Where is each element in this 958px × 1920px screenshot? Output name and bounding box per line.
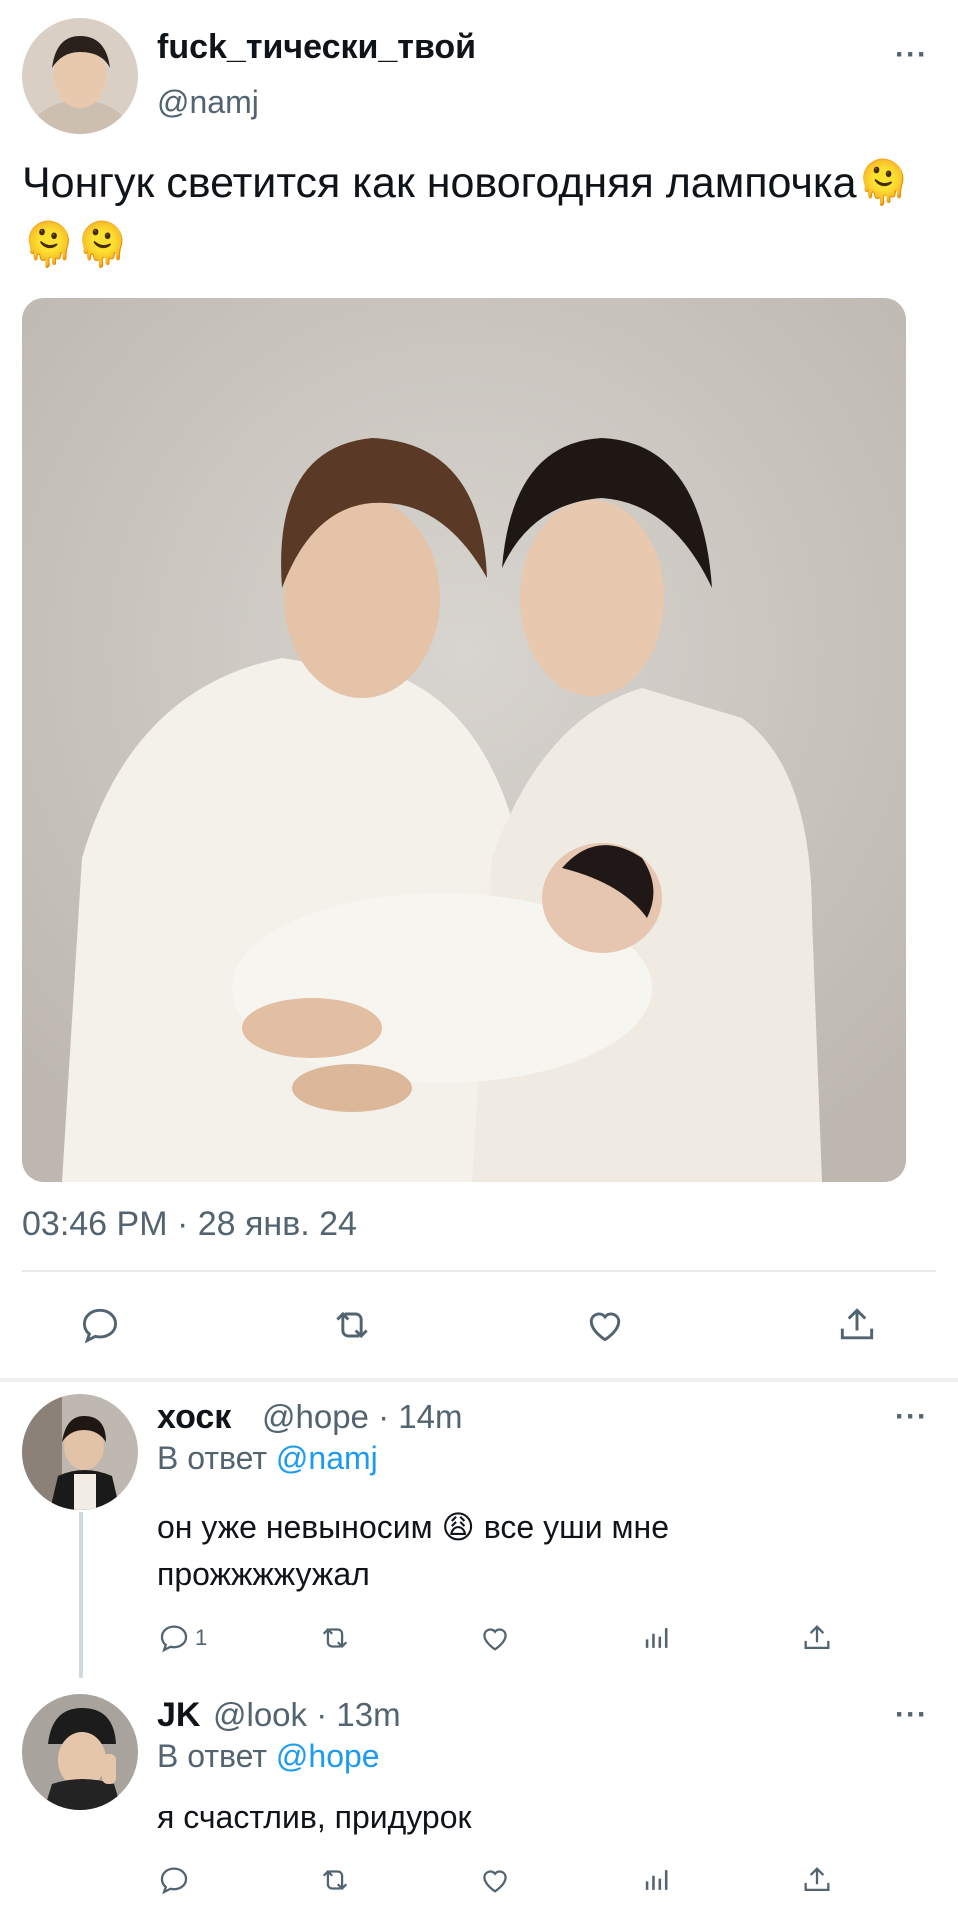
in-reply-to: В ответ @hope xyxy=(157,1738,380,1775)
reply-meta: @look · 13m xyxy=(213,1696,401,1733)
more-options-icon[interactable]: ··· xyxy=(895,40,928,70)
reply-icon[interactable]: 1 xyxy=(157,1618,227,1658)
retweet-icon[interactable] xyxy=(318,1860,388,1900)
share-icon[interactable] xyxy=(800,1618,870,1658)
in-reply-prefix: В ответ xyxy=(157,1738,268,1774)
reply-icon[interactable] xyxy=(75,1300,125,1350)
in-reply-prefix: В ответ xyxy=(157,1440,268,1476)
like-icon[interactable] xyxy=(580,1300,630,1350)
analytics-icon[interactable] xyxy=(640,1860,710,1900)
tweet-text: Чонгук светится как новогодняя лампочка🫠… xyxy=(22,159,911,269)
more-options-icon[interactable]: ··· xyxy=(895,1700,928,1730)
retweet-icon[interactable] xyxy=(327,1300,377,1350)
reply-meta: @hope · 14m xyxy=(262,1398,463,1435)
like-icon[interactable] xyxy=(478,1618,548,1658)
reply-text-line: он уже невыносим 😩 все уши мне xyxy=(157,1509,669,1545)
avatar[interactable] xyxy=(22,1694,138,1810)
share-icon[interactable] xyxy=(832,1300,882,1350)
reply-mention-link[interactable]: @hope xyxy=(276,1738,380,1774)
reply-tweet[interactable]: хоск @hope · 14m ··· В ответ @namj он уж… xyxy=(0,1382,958,1678)
avatar[interactable] xyxy=(22,1394,138,1510)
thread-line xyxy=(79,1512,83,1678)
avatar[interactable] xyxy=(22,18,138,134)
reply-count: 1 xyxy=(195,1625,208,1650)
reply-display-name[interactable]: JK xyxy=(157,1696,200,1735)
main-tweet: fuck_тически_твой @namj ··· Чонгук свети… xyxy=(0,0,958,1380)
reply-text-line: я счастлив, придурок xyxy=(157,1799,472,1835)
reply-icon[interactable] xyxy=(157,1860,227,1900)
retweet-icon[interactable] xyxy=(318,1618,388,1658)
tweet-timestamp[interactable]: 03:46 PM · 28 янв. 24 xyxy=(22,1205,357,1244)
author-display-name[interactable]: fuck_тически_твой xyxy=(157,28,476,67)
share-icon[interactable] xyxy=(800,1860,870,1900)
like-icon[interactable] xyxy=(478,1860,548,1900)
analytics-icon[interactable] xyxy=(640,1618,710,1658)
more-options-icon[interactable]: ··· xyxy=(895,1402,928,1432)
reply-text-line: прожжжжужал xyxy=(157,1556,370,1592)
divider xyxy=(22,1270,936,1272)
reply-mention-link[interactable]: @namj xyxy=(276,1440,378,1476)
reply-text: я счастлив, придурок xyxy=(157,1794,917,1841)
reply-display-name[interactable]: хоск xyxy=(157,1398,231,1437)
reply-text: он уже невыносим 😩 все уши мне прожжжжуж… xyxy=(157,1504,917,1598)
in-reply-to: В ответ @namj xyxy=(157,1440,378,1477)
tweet-image[interactable] xyxy=(22,298,906,1182)
author-handle[interactable]: @namj xyxy=(157,84,259,121)
reply-tweet[interactable]: JK @look · 13m ··· В ответ @hope я счаст… xyxy=(0,1680,958,1920)
